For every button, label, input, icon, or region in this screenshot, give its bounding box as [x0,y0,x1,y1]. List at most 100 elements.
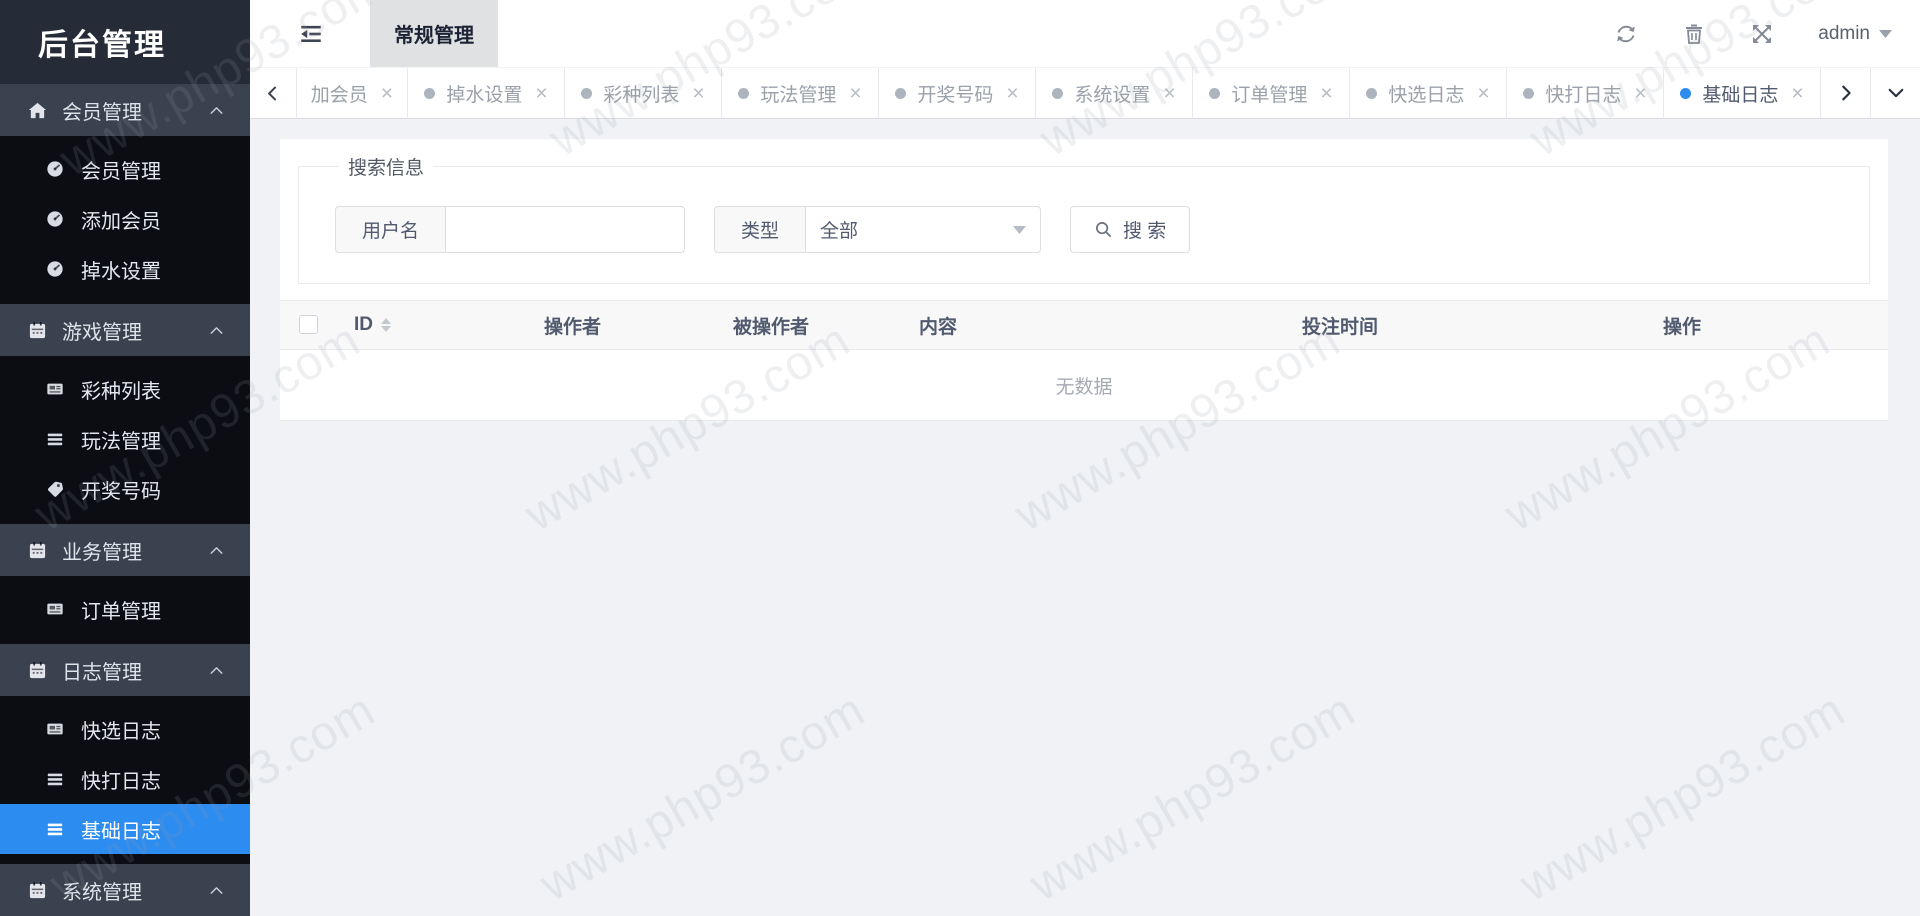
sidebar-section-header-business[interactable]: 业务管理 [0,524,250,576]
workspace-tab[interactable]: 常规管理 [370,0,498,67]
tab-close-icon[interactable]: × [1791,83,1803,104]
chevron-up-icon [209,103,224,118]
tab-dot-icon [1366,88,1377,99]
tab-dot-icon [424,88,435,99]
table-header-row: ID 操作者 被操作者 内容 投注时间 操作 [280,301,1888,350]
caret-down-icon [1879,30,1892,38]
search-fieldset: 搜索信息 用户名 类型 全部 [298,153,1870,284]
tabs-scroll-left-button[interactable] [250,68,296,118]
sort-toggle-icon[interactable] [381,318,391,332]
tab-play-manage[interactable]: 玩法管理 × [721,68,878,118]
sidebar-section-header-log[interactable]: 日志管理 [0,644,250,696]
calendar-icon [28,661,47,680]
col-header-operator: 操作者 [526,301,715,350]
tab-base-log[interactable]: 基础日志 × [1663,68,1820,118]
chevron-left-icon [264,85,281,102]
tab-water-setting[interactable]: 掉水设置 × [407,68,564,118]
search-icon [1094,220,1113,239]
sidebar-section-system: 系统管理 [0,864,250,916]
list-icon [46,430,64,448]
tab-close-icon[interactable]: × [381,83,393,104]
sidebar-item-quick-select-log[interactable]: 快选日志 [0,704,250,754]
tab-close-icon[interactable]: × [1634,83,1646,104]
gauge-icon [46,210,64,228]
content-area: 搜索信息 用户名 类型 全部 [250,119,1920,916]
col-header-operated: 被操作者 [715,301,901,350]
tab-order-manage[interactable]: 订单管理 × [1192,68,1349,118]
tab-add-member[interactable]: 加会员 × [296,68,407,118]
sidebar-section-header-system[interactable]: 系统管理 [0,864,250,916]
chevron-up-icon [209,663,224,678]
sidebar-section-member: 会员管理 会员管理 添加会员 掉水设置 [0,84,250,304]
type-group: 类型 全部 [714,206,1041,253]
tab-lottery-list[interactable]: 彩种列表 × [564,68,721,118]
calendar-icon [28,321,47,340]
sidebar-item-add-member[interactable]: 添加会员 [0,194,250,244]
calendar-icon [28,541,47,560]
tab-draw-number[interactable]: 开奖号码 × [878,68,1035,118]
main-area: 常规管理 admin 加会员 × 掉水设置 × 彩种列表 × [250,0,1920,916]
sidebar: 后台管理 会员管理 会员管理 添加会员 掉水设置 游戏管理 [0,0,250,916]
tab-quick-hit-log[interactable]: 快打日志 × [1506,68,1663,118]
trash-icon[interactable] [1682,22,1706,46]
username-group: 用户名 [335,206,685,253]
fullscreen-icon[interactable] [1750,22,1774,46]
tabs-scroll-right-button[interactable] [1820,68,1870,118]
tab-system-setting[interactable]: 系统设置 × [1035,68,1192,118]
search-button[interactable]: 搜 索 [1070,206,1190,253]
chevron-up-icon [209,323,224,338]
tab-close-icon[interactable]: × [1320,83,1332,104]
chevron-up-icon [209,543,224,558]
app-logo: 后台管理 [0,0,250,84]
sidebar-item-member-manage[interactable]: 会员管理 [0,144,250,194]
sidebar-section-header-game[interactable]: 游戏管理 [0,304,250,356]
topbar: 常规管理 admin [250,0,1920,67]
tab-dot-icon [1052,88,1063,99]
log-table: ID 操作者 被操作者 内容 投注时间 操作 [280,300,1888,350]
username-input[interactable] [445,206,685,253]
caret-down-icon [1013,226,1026,234]
chevron-up-icon [209,883,224,898]
newspaper-icon [46,380,64,398]
tab-close-icon[interactable]: × [1477,83,1489,104]
sidebar-item-base-log[interactable]: 基础日志 [0,804,250,854]
tab-close-icon[interactable]: × [692,83,704,104]
menu-fold-icon [298,21,324,47]
refresh-icon[interactable] [1614,22,1638,46]
tab-close-icon[interactable]: × [1006,83,1018,104]
type-select[interactable]: 全部 [805,206,1041,253]
tab-close-icon[interactable]: × [1163,83,1175,104]
type-label: 类型 [714,206,805,253]
sidebar-item-play-manage[interactable]: 玩法管理 [0,414,250,464]
user-name: admin [1818,23,1870,45]
sidebar-item-draw-number[interactable]: 开奖号码 [0,464,250,514]
tab-close-icon[interactable]: × [849,83,861,104]
select-all-checkbox[interactable] [299,315,318,334]
sidebar-section-log: 日志管理 快选日志 快打日志 基础日志 [0,644,250,864]
sidebar-collapse-button[interactable] [298,20,326,48]
tab-quick-select-log[interactable]: 快选日志 × [1349,68,1506,118]
sidebar-item-quick-hit-log[interactable]: 快打日志 [0,754,250,804]
chevron-down-icon [1887,84,1905,102]
sidebar-item-lottery-list[interactable]: 彩种列表 [0,364,250,414]
sidebar-item-order-manage[interactable]: 订单管理 [0,584,250,634]
col-header-content: 内容 [901,301,1284,350]
tab-dot-icon [738,88,749,99]
tab-dot-icon [1680,88,1691,99]
tabbar: 加会员 × 掉水设置 × 彩种列表 × 玩法管理 × 开奖号码 × 系统设置 × [250,67,1920,119]
sidebar-section-header-member[interactable]: 会员管理 [0,84,250,136]
tab-dot-icon [1523,88,1534,99]
sidebar-section-business: 业务管理 订单管理 [0,524,250,644]
home-icon [28,101,47,120]
user-dropdown[interactable]: admin [1818,23,1892,45]
tab-close-icon[interactable]: × [535,83,547,104]
tab-dot-icon [895,88,906,99]
calendar-icon [28,881,47,900]
tab-dot-icon [581,88,592,99]
gauge-icon [46,260,64,278]
tabs-menu-button[interactable] [1870,68,1920,118]
newspaper-icon [46,720,64,738]
sidebar-item-water-setting[interactable]: 掉水设置 [0,244,250,294]
username-label: 用户名 [335,206,445,253]
tag-icon [46,480,64,498]
